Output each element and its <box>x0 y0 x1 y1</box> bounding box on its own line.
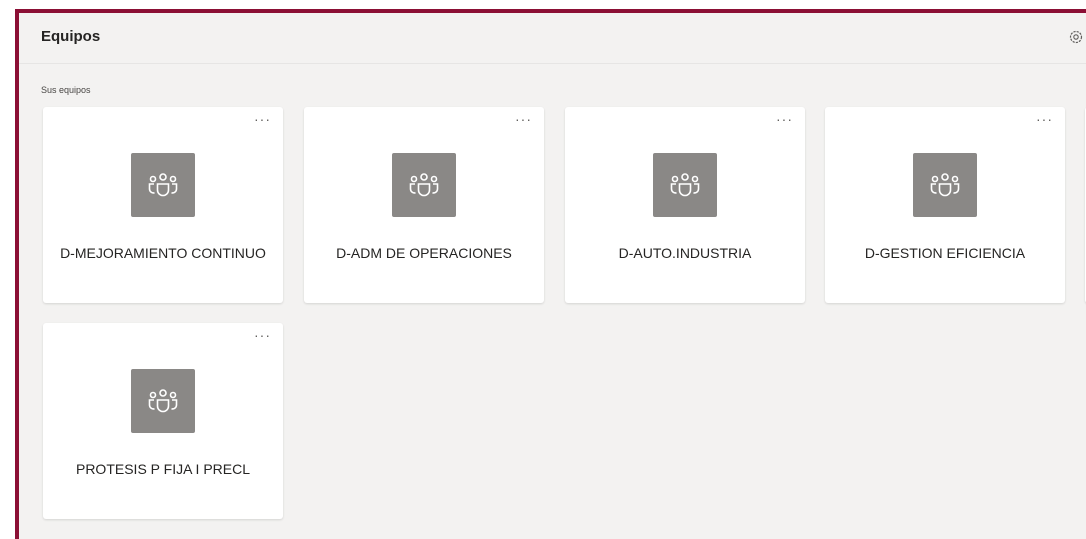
team-name: D-GESTION EFICIENCIA <box>864 245 1026 261</box>
gear-icon[interactable] <box>1068 29 1084 45</box>
team-card[interactable]: ··· D-GESTION EFICIENCIA <box>825 107 1065 303</box>
teams-people-icon <box>930 173 960 197</box>
team-card[interactable]: ··· D-MEJORAMIENTO CONTINUO <box>43 107 283 303</box>
teams-people-icon <box>148 389 178 413</box>
more-options-button[interactable]: ··· <box>254 111 271 127</box>
team-card[interactable]: ··· D-AUTO.INDUSTRIA <box>565 107 805 303</box>
teams-panel: Equipos Sus equipos ··· D-MEJORAMIENTO C… <box>15 9 1086 539</box>
team-avatar <box>392 153 456 217</box>
team-card[interactable]: ··· D-ADM DE OPERACIONES <box>304 107 544 303</box>
teams-people-icon <box>148 173 178 197</box>
more-options-button[interactable]: ··· <box>1036 111 1053 127</box>
team-avatar <box>131 369 195 433</box>
team-avatar <box>653 153 717 217</box>
teams-people-icon <box>670 173 700 197</box>
header: Equipos <box>19 13 1086 64</box>
team-avatar <box>913 153 977 217</box>
team-name: D-AUTO.INDUSTRIA <box>618 245 752 261</box>
section-label: Sus equipos <box>41 85 91 95</box>
teams-people-icon <box>409 173 439 197</box>
team-card[interactable]: ··· PROTESIS P FIJA I PRECL <box>43 323 283 519</box>
more-options-button[interactable]: ··· <box>515 111 532 127</box>
team-name: PROTESIS P FIJA I PRECL <box>75 461 250 477</box>
team-avatar <box>131 153 195 217</box>
more-options-button[interactable]: ··· <box>776 111 793 127</box>
team-name: D-MEJORAMIENTO CONTINUO <box>60 245 266 261</box>
team-name: D-ADM DE OPERACIONES <box>336 245 512 261</box>
more-options-button[interactable]: ··· <box>254 327 271 343</box>
page-title: Equipos <box>41 28 101 45</box>
